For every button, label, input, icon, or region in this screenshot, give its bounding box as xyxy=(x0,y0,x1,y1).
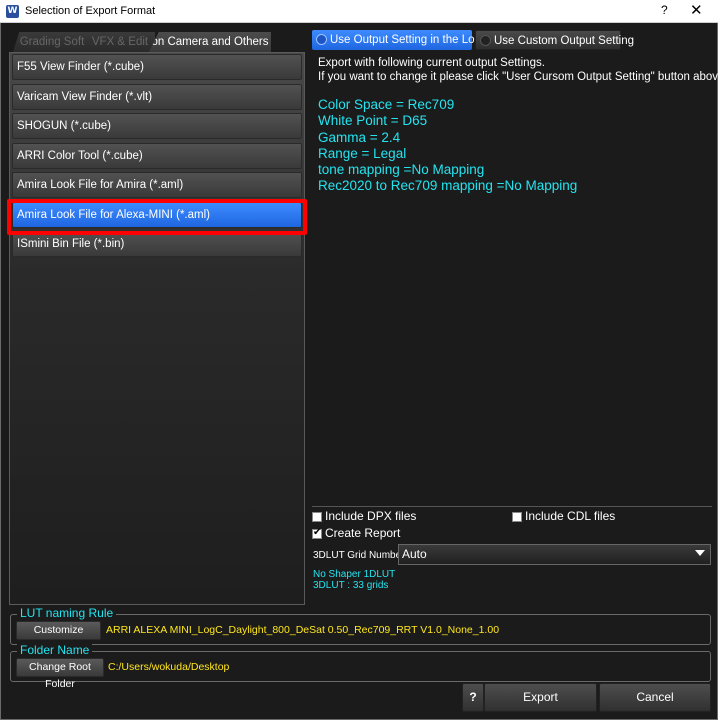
create-report-checkbox[interactable]: ✔ xyxy=(312,527,322,539)
setting-rec2020-mapping: Rec2020 to Rec709 mapping =No Mapping xyxy=(318,178,578,193)
customize-button[interactable]: Customize xyxy=(16,621,101,640)
window-title: Selection of Export Format xyxy=(25,5,156,17)
divider xyxy=(312,506,712,507)
cancel-button[interactable]: Cancel xyxy=(599,683,711,712)
setting-color-space: Color Space = Rec709 xyxy=(318,97,455,112)
folder-path: C:/Users/wokuda/Desktop xyxy=(108,661,230,673)
setting-white-point: White Point = D65 xyxy=(318,113,428,128)
grid-number-select[interactable]: Auto xyxy=(398,544,711,565)
include-dpx-label: Include DPX files xyxy=(325,509,417,523)
close-icon[interactable]: ✕ xyxy=(690,1,703,19)
include-cdl-label: Include CDL files xyxy=(525,509,616,523)
create-report-label: Create Report xyxy=(325,526,401,540)
include-cdl-checkbox[interactable] xyxy=(512,512,522,522)
selection-highlight xyxy=(7,199,307,235)
list-item-shogun[interactable]: SHOGUN (*.cube) xyxy=(12,113,302,139)
grid-number-value: Auto xyxy=(402,547,427,561)
change-root-folder-button[interactable]: Change Root Folder xyxy=(16,658,104,690)
info-line-2: If you want to change it please click "U… xyxy=(318,71,718,83)
lut-name-value: ARRI ALEXA MINI_LogC_Daylight_800_DeSat … xyxy=(106,624,500,636)
use-look-output-button[interactable]: Use Output Setting in the Look xyxy=(312,30,487,50)
check-icon: ✔ xyxy=(313,527,322,538)
tab-vfx-edit[interactable]: VFX & Edit xyxy=(85,32,155,52)
format-list: F55 View Finder (*.cube) Varicam View Fi… xyxy=(9,52,305,605)
use-custom-output-button[interactable]: Use Custom Output Setting xyxy=(475,30,634,50)
list-item-amira[interactable]: Amira Look File for Amira (*.aml) xyxy=(12,172,302,198)
tab-on-camera-others[interactable]: on Camera and Others xyxy=(149,32,271,52)
chevron-down-icon xyxy=(695,550,705,556)
help-icon[interactable]: ? xyxy=(661,3,668,17)
dialog-body: Grading Soft VFX & Edit on Camera and Ot… xyxy=(0,23,718,720)
app-icon: W xyxy=(6,5,19,18)
setting-gamma: Gamma = 2.4 xyxy=(318,130,401,145)
grids-info: 3DLUT : 33 grids xyxy=(313,580,389,591)
include-dpx-checkbox[interactable] xyxy=(312,512,322,522)
setting-tone-mapping: tone mapping =No Mapping xyxy=(318,162,485,177)
list-item-varicam[interactable]: Varicam View Finder (*.vlt) xyxy=(12,84,302,110)
info-line-1: Export with following current output Set… xyxy=(318,57,545,69)
setting-range: Range = Legal xyxy=(318,146,407,161)
grid-number-label: 3DLUT Grid Number xyxy=(313,550,405,561)
help-button[interactable]: ? xyxy=(462,683,484,712)
title-bar: W Selection of Export Format ? ✕ xyxy=(0,0,718,23)
radio-icon xyxy=(316,34,327,45)
folder-name-title: Folder Name xyxy=(17,643,93,657)
lut-naming-title: LUT naming Rule xyxy=(17,606,117,620)
radio-icon xyxy=(480,35,491,46)
tab-grading-soft[interactable]: Grading Soft xyxy=(13,32,91,52)
list-item-f55[interactable]: F55 View Finder (*.cube) xyxy=(12,54,302,80)
export-button[interactable]: Export xyxy=(484,683,597,712)
list-item-arri-color-tool[interactable]: ARRI Color Tool (*.cube) xyxy=(12,143,302,169)
shaper-info: No Shaper 1DLUT xyxy=(313,569,396,580)
